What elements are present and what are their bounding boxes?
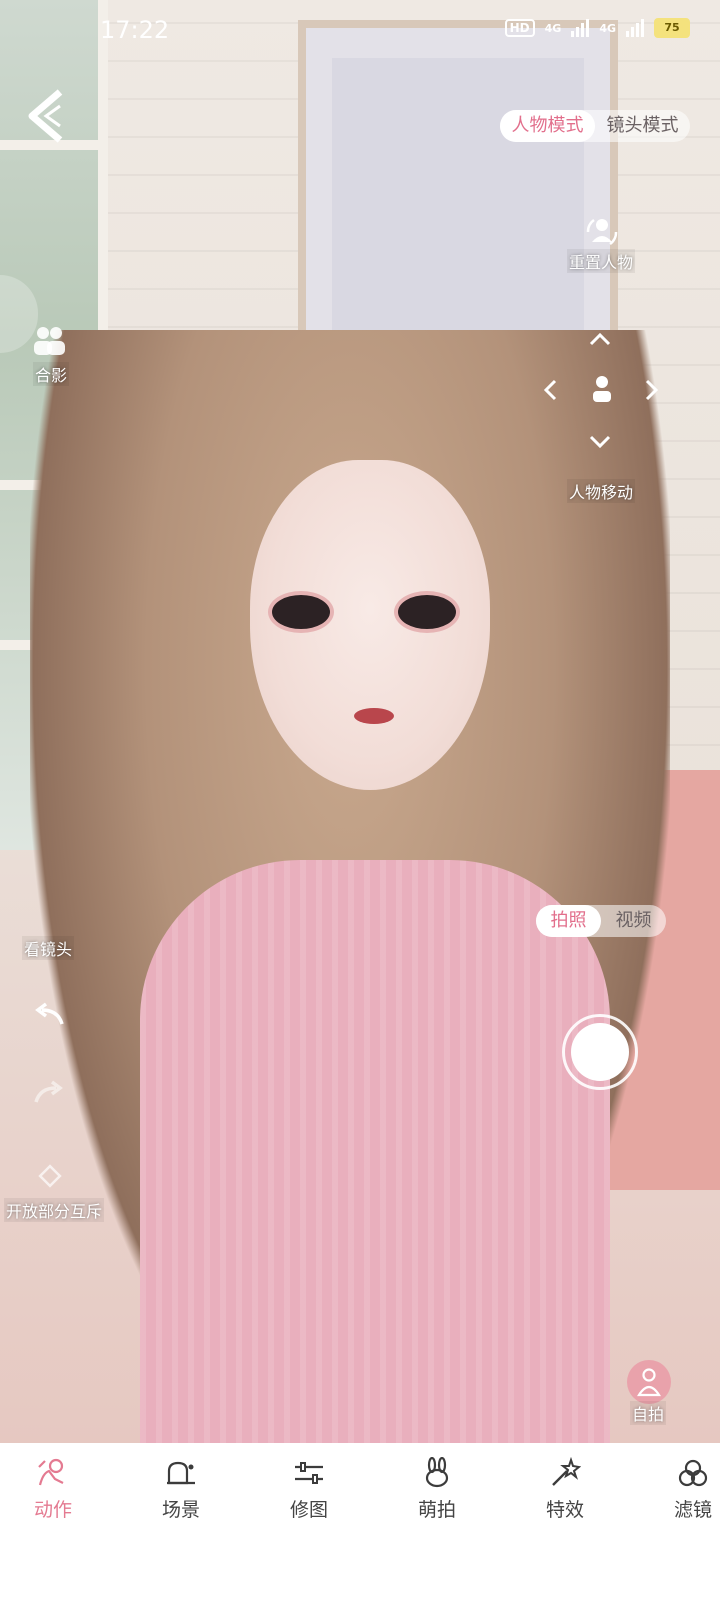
selfie-label: 自拍 [630, 1401, 667, 1425]
nav-item-pose[interactable]: 动作 [8, 1457, 98, 1522]
tab-character-mode[interactable]: 人物模式 [500, 110, 595, 142]
hd-indicator: HD [504, 19, 535, 37]
nav-label: 修图 [289, 1499, 328, 1521]
adjust-icon [264, 1457, 354, 1491]
open-partial-exclusion-label: 开放部分互斥 [4, 1198, 105, 1222]
rotate-left-button[interactable] [32, 1002, 66, 1032]
chevron-up-icon [589, 332, 611, 346]
pose-icon [8, 1457, 98, 1491]
character-center-icon [590, 374, 614, 408]
tab-photo[interactable]: 拍照 [536, 905, 601, 937]
character-face [250, 460, 490, 790]
tab-video[interactable]: 视频 [601, 905, 666, 937]
signal-icon [626, 19, 644, 37]
character-sweater [140, 860, 610, 1472]
mode-toggle: 人物模式 镜头模式 [500, 110, 690, 142]
reset-character-button[interactable] [584, 214, 620, 250]
move-right-button[interactable] [644, 378, 660, 406]
bunny-icon [392, 1456, 482, 1491]
chevron-left-icon [543, 379, 557, 401]
chevron-down-icon [589, 435, 611, 449]
shutter-button[interactable] [562, 1014, 638, 1090]
nav-item-filter[interactable]: 滤镜 [648, 1457, 720, 1522]
redo-arrow-icon [34, 1080, 63, 1103]
look-at-camera-button[interactable]: 看镜头 [22, 936, 75, 960]
diamond-toggle-button[interactable] [38, 1164, 62, 1192]
group-photo-icon [34, 327, 65, 355]
nav-item-scene[interactable]: 场景 [136, 1457, 226, 1522]
nav-label: 特效 [545, 1499, 584, 1521]
back-button[interactable] [24, 88, 68, 144]
rotate-right-button[interactable] [32, 1080, 66, 1110]
undo-arrow-icon [35, 1002, 64, 1025]
battery-icon: 75 [654, 18, 690, 38]
move-down-button[interactable] [588, 434, 612, 454]
selfie-button[interactable] [627, 1360, 671, 1404]
nav-item-cute-photo[interactable]: 萌拍 [392, 1456, 482, 1522]
tab-camera-mode[interactable]: 镜头模式 [595, 110, 690, 142]
diamond-icon [38, 1164, 62, 1188]
chevron-right-icon [645, 379, 659, 401]
magic-wand-icon [520, 1456, 610, 1491]
capture-mode-toggle: 拍照 视频 [536, 905, 666, 937]
move-character-label: 人物移动 [567, 479, 636, 503]
person-icon [637, 1368, 661, 1397]
status-time: 17:22 [100, 16, 170, 44]
reset-person-icon [586, 218, 618, 246]
nav-label: 萌拍 [417, 1499, 456, 1521]
signal-label-1: 4G [544, 21, 562, 35]
nav-label: 场景 [161, 1499, 200, 1521]
group-photo-label: 合影 [33, 362, 70, 386]
status-bar: 17:22 HD 4G 4G 75 [0, 0, 720, 60]
chevron-left-icon [28, 89, 63, 143]
nav-item-adjust[interactable]: 修图 [264, 1457, 354, 1522]
group-photo-button[interactable] [32, 323, 66, 361]
nav-label: 滤镜 [673, 1499, 712, 1521]
signal-icon [571, 19, 590, 37]
move-up-button[interactable] [588, 328, 612, 353]
nav-label: 动作 [33, 1499, 72, 1521]
scene-icon [136, 1457, 226, 1491]
nav-item-effects[interactable]: 特效 [520, 1456, 610, 1522]
reset-character-label: 重置人物 [567, 249, 636, 273]
bottom-nav: 动作 场景 修图 萌拍 特效 滤镜 [0, 1443, 720, 1600]
signal-label-2: 4G [599, 21, 616, 35]
filter-icon [648, 1457, 720, 1491]
move-left-button[interactable] [542, 378, 558, 406]
